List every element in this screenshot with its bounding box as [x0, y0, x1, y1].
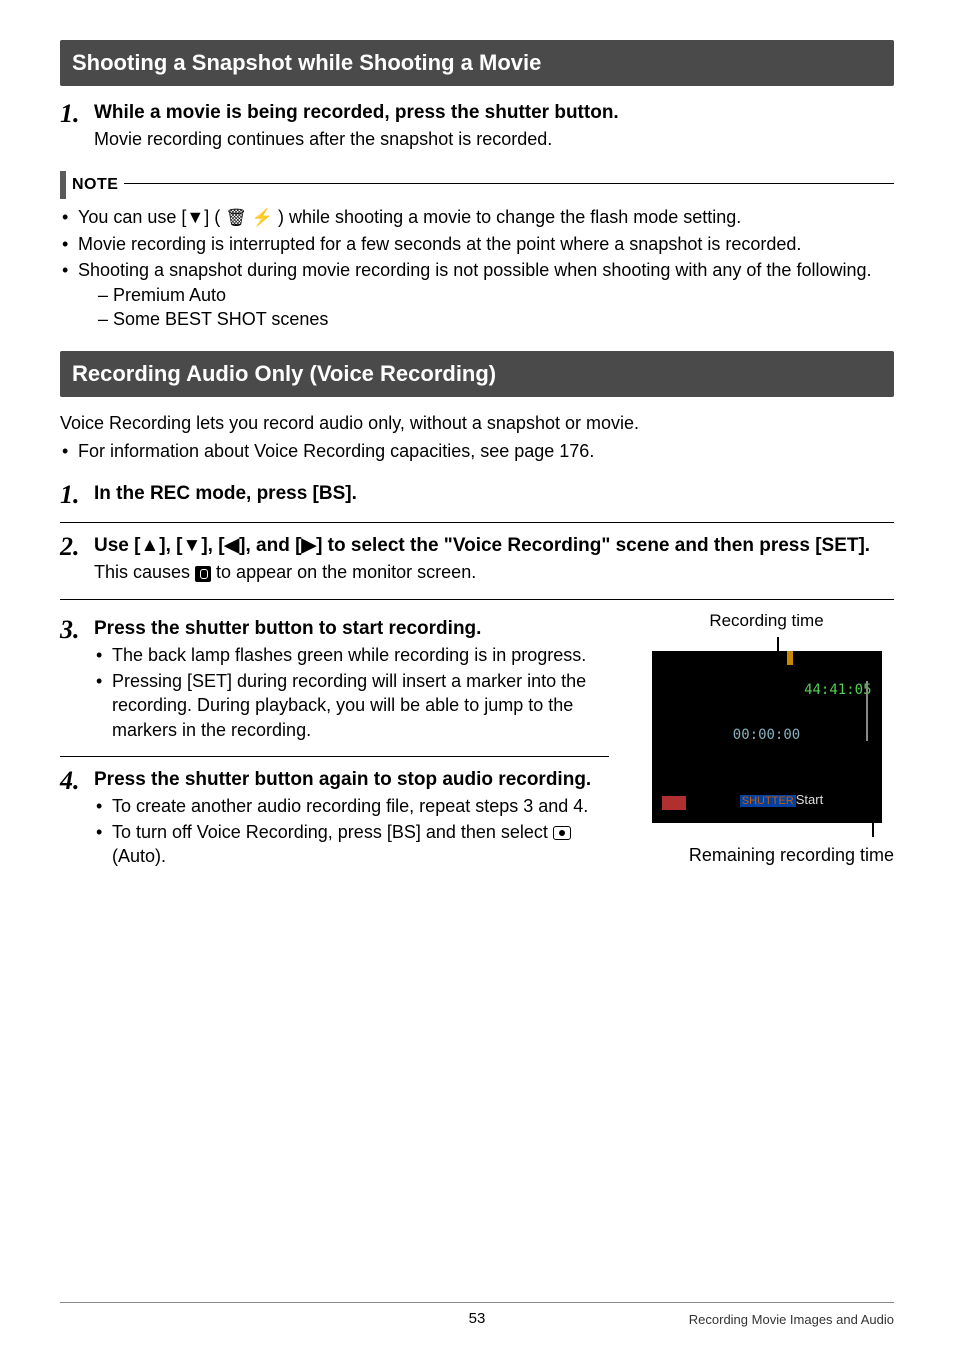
- t: ], [: [159, 535, 182, 556]
- note-header: NOTE: [60, 171, 894, 199]
- step-number: 1.: [60, 481, 94, 508]
- step-number: 2.: [60, 533, 94, 560]
- page-footer: 53 Recording Movie Images and Audio: [60, 1302, 894, 1329]
- status-icon: [662, 796, 686, 810]
- flash-icon: ⚡: [252, 208, 273, 227]
- step3-bullets: The back lamp flashes green while record…: [94, 643, 609, 742]
- intro-item: For information about Voice Recording ca…: [60, 439, 894, 463]
- trash-icon: 🗑: [225, 208, 247, 227]
- divider: [60, 756, 609, 757]
- bullet-item: Pressing [SET] during recording will ins…: [94, 669, 609, 742]
- bullet-item: The back lamp flashes green while record…: [94, 643, 609, 667]
- step-body: This causes to appear on the monitor scr…: [94, 560, 894, 584]
- start-label: Start: [796, 792, 823, 807]
- step4-bullets: To create another audio recording file, …: [94, 794, 609, 869]
- note-list: You can use [▼] ( 🗑 ⚡ ) while shooting a…: [60, 205, 894, 331]
- left-arrow-icon: ◀: [225, 535, 240, 556]
- mic-icon: [195, 566, 211, 582]
- down-arrow-icon: ▼: [183, 535, 202, 556]
- note-sublist: Premium Auto Some BEST SHOT scenes: [78, 283, 894, 332]
- footer-section-title: Recording Movie Images and Audio: [689, 1311, 894, 1329]
- step-body: Movie recording continues after the snap…: [94, 127, 894, 151]
- t: To turn off Voice Recording, press [BS] …: [112, 822, 553, 842]
- step-title: While a movie is being recorded, press t…: [94, 100, 619, 126]
- s2-step1: 1. In the REC mode, press [BS].: [60, 481, 894, 508]
- down-arrow-icon: ▼: [186, 207, 204, 227]
- step-title: In the REC mode, press [BS].: [94, 481, 357, 507]
- recording-illustration: Recording time 44:41:05 00:00:00 SHUTTER…: [639, 610, 894, 883]
- s2-step3: 3. Press the shutter button to start rec…: [60, 616, 609, 742]
- step-title: Press the shutter button again to stop a…: [94, 767, 591, 793]
- note-item: Shooting a snapshot during movie recordi…: [60, 258, 894, 331]
- t: This causes: [94, 562, 195, 582]
- t: ], [: [201, 535, 224, 556]
- note-text: ) while shooting a movie to change the f…: [273, 207, 741, 227]
- s1-step1: 1. While a movie is being recorded, pres…: [60, 100, 894, 151]
- remaining-time-label: Remaining recording time: [639, 843, 894, 867]
- shutter-label: SHUTTER: [740, 795, 796, 807]
- step-number: 3.: [60, 616, 94, 643]
- camera-screen: 44:41:05 00:00:00 SHUTTERStart: [652, 651, 882, 823]
- divider: [60, 599, 894, 600]
- t: ] to select the "Voice Recording" scene …: [316, 535, 870, 556]
- note-text: You can use [: [78, 207, 186, 227]
- step-title: Press the shutter button to start record…: [94, 616, 481, 642]
- note-bar-icon: [60, 171, 66, 199]
- section2-intro1: Voice Recording lets you record audio on…: [60, 411, 894, 435]
- step-title: Use [▲], [▼], [◀], and [▶] to select the…: [94, 533, 870, 559]
- note-text: ] (: [204, 207, 225, 227]
- section-1-header: Shooting a Snapshot while Shooting a Mov…: [60, 40, 894, 86]
- section2-intro-list: For information about Voice Recording ca…: [60, 439, 894, 463]
- bullet-item: To create another audio recording file, …: [94, 794, 609, 818]
- t: ], and [: [239, 535, 301, 556]
- right-arrow-icon: ▶: [301, 535, 316, 556]
- step-number: 1.: [60, 100, 94, 127]
- marker-icon: [787, 651, 793, 665]
- recording-time-label: Recording time: [639, 610, 894, 633]
- step-number: 4.: [60, 767, 94, 794]
- note-item: Movie recording is interrupted for a few…: [60, 232, 894, 256]
- start-bar: SHUTTERStart: [712, 791, 852, 809]
- note-subitem: Premium Auto: [98, 283, 894, 307]
- note-text: Shooting a snapshot during movie recordi…: [78, 260, 872, 280]
- top-time-value: 44:41:05: [804, 681, 871, 700]
- t: to appear on the monitor screen.: [211, 562, 476, 582]
- mid-time-value: 00:00:00: [652, 726, 882, 745]
- note-subitem: Some BEST SHOT scenes: [98, 307, 894, 331]
- note-rule: [124, 183, 894, 184]
- section-2-header: Recording Audio Only (Voice Recording): [60, 351, 894, 397]
- t: (Auto).: [112, 846, 166, 866]
- auto-rec-icon: [553, 826, 571, 840]
- bullet-item: To turn off Voice Recording, press [BS] …: [94, 820, 609, 869]
- up-arrow-icon: ▲: [140, 535, 159, 556]
- t: Use [: [94, 535, 140, 556]
- note-label: NOTE: [72, 174, 118, 196]
- s2-step2: 2. Use [▲], [▼], [◀], and [▶] to select …: [60, 533, 894, 584]
- note-item: You can use [▼] ( 🗑 ⚡ ) while shooting a…: [60, 205, 894, 230]
- divider: [60, 522, 894, 523]
- s2-step4: 4. Press the shutter button again to sto…: [60, 767, 609, 869]
